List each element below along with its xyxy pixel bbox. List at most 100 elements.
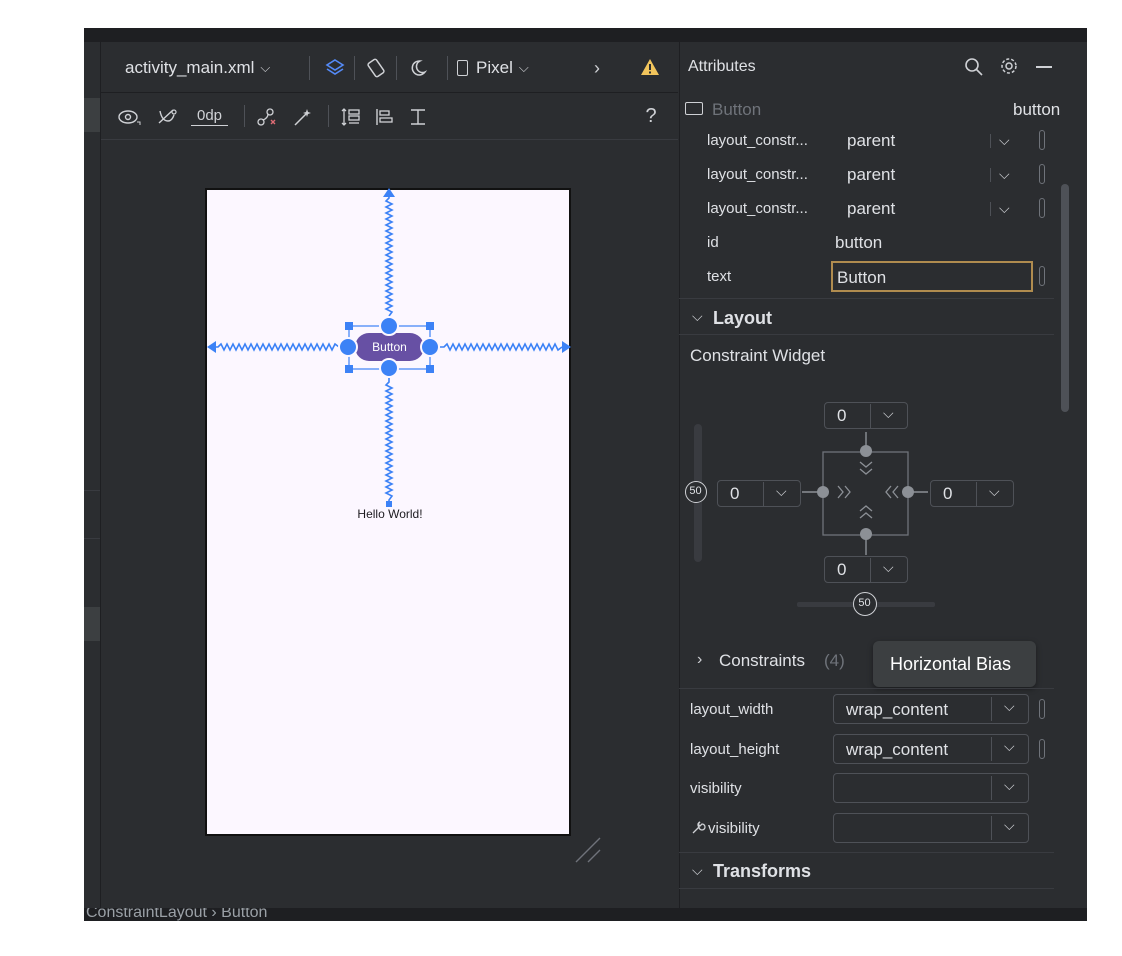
top-arrow xyxy=(383,188,395,197)
text-field-value: Button xyxy=(837,268,887,287)
top-anchor[interactable] xyxy=(379,316,399,336)
dropdown-divider xyxy=(991,737,992,761)
hello-world-text[interactable]: Hello World! xyxy=(350,507,430,521)
resource-picker-icon[interactable] xyxy=(1039,266,1045,286)
visibility-label: visibility xyxy=(690,780,742,797)
left-arrow xyxy=(207,341,216,353)
vertical-bias-value: 50 xyxy=(689,485,702,497)
widget-top-dot[interactable] xyxy=(860,445,872,457)
layout-height-label: layout_height xyxy=(690,741,780,758)
button-label: Button xyxy=(372,340,407,354)
wrench-icon xyxy=(690,820,706,836)
transforms-section-title: Transforms xyxy=(713,861,812,881)
horizontal-bias-knob[interactable]: 50 xyxy=(853,592,877,616)
canvas-resize-grip[interactable] xyxy=(575,837,601,863)
row-divider xyxy=(990,134,991,148)
chevron-down-icon: ⌵ xyxy=(692,862,703,878)
chevron-down-icon[interactable]: ⌵ xyxy=(999,200,1010,217)
right-margin-dropdown[interactable]: 0 ⌵ xyxy=(930,480,1014,507)
top-margin-dropdown[interactable]: 0 ⌵ xyxy=(824,402,908,429)
attribute-value[interactable]: parent xyxy=(847,131,895,151)
wrap-content-top-icon[interactable] xyxy=(859,461,873,475)
resource-picker-icon[interactable] xyxy=(1039,699,1045,719)
dropdown-divider xyxy=(991,816,992,840)
section-divider xyxy=(679,888,1054,889)
constraints-label: Constraints xyxy=(719,651,805,670)
bottom-margin-value: 0 xyxy=(837,560,847,579)
chevron-down-icon: ⌵ xyxy=(1004,777,1015,793)
right-margin-value: 0 xyxy=(943,484,953,503)
layout-height-value: wrap_content xyxy=(846,740,949,759)
layout-section-title: Layout xyxy=(713,308,773,328)
dropdown-divider xyxy=(870,558,871,582)
top-constraint-spring[interactable] xyxy=(384,194,394,317)
id-label: id xyxy=(707,234,719,251)
widget-left-dot[interactable] xyxy=(817,486,829,498)
chevron-right-icon: › xyxy=(697,651,703,668)
component-type: Button xyxy=(712,100,762,119)
bottom-anchor-handle[interactable] xyxy=(379,358,399,378)
chevron-down-icon[interactable]: ⌵ xyxy=(999,166,1010,183)
right-arrow xyxy=(562,341,571,353)
chevron-down-icon: ⌵ xyxy=(1004,698,1015,714)
wrap-content-left-icon[interactable] xyxy=(837,485,851,499)
left-constraint-spring[interactable] xyxy=(214,342,340,352)
layout-height-dropdown[interactable]: wrap_content ⌵ xyxy=(833,734,1029,764)
chevron-down-icon: ⌵ xyxy=(883,405,894,421)
left-margin-dropdown[interactable]: 0 ⌵ xyxy=(717,480,801,507)
attribute-value[interactable]: parent xyxy=(847,165,895,185)
attribute-name: layout_constr... xyxy=(707,132,808,149)
text-field[interactable]: Button xyxy=(831,261,1033,292)
dropdown-divider xyxy=(991,697,992,721)
right-constraint-spring[interactable] xyxy=(440,342,563,352)
chevron-down-icon[interactable]: ⌵ xyxy=(999,132,1010,149)
tooltip-text: Horizontal Bias xyxy=(890,654,1012,674)
resize-handle[interactable] xyxy=(345,322,353,330)
resource-picker-icon[interactable] xyxy=(1039,198,1045,218)
wrap-content-bottom-icon[interactable] xyxy=(859,505,873,519)
layout-width-dropdown[interactable]: wrap_content ⌵ xyxy=(833,694,1029,724)
visibility-dropdown[interactable]: ⌵ xyxy=(833,773,1029,803)
chevron-down-icon: ⌵ xyxy=(776,483,787,499)
top-margin-value: 0 xyxy=(837,406,847,425)
tools-visibility-dropdown[interactable]: ⌵ xyxy=(833,813,1029,843)
text-label: text xyxy=(707,268,732,285)
tools-visibility-label: visibility xyxy=(708,820,760,837)
constraint-widget-title: Constraint Widget xyxy=(690,346,826,365)
dropdown-divider xyxy=(991,776,992,800)
resize-handle[interactable] xyxy=(345,365,353,373)
layout-width-value: wrap_content xyxy=(846,700,949,719)
row-divider xyxy=(990,168,991,182)
bottom-margin-dropdown[interactable]: 0 ⌵ xyxy=(824,556,908,583)
section-divider xyxy=(679,334,1054,335)
resource-picker-icon[interactable] xyxy=(1039,164,1045,184)
id-value[interactable]: button xyxy=(835,233,882,253)
dropdown-divider xyxy=(763,482,764,506)
chevron-down-icon: ⌵ xyxy=(692,308,703,324)
button-widget-icon xyxy=(685,102,703,115)
dropdown-divider xyxy=(870,404,871,428)
widget-bottom-dot[interactable] xyxy=(860,528,872,540)
attribute-value[interactable]: parent xyxy=(847,199,895,219)
widget-view-box xyxy=(822,451,909,536)
wrap-content-right-icon[interactable] xyxy=(885,485,899,499)
section-divider xyxy=(679,852,1054,853)
chevron-down-icon: ⌵ xyxy=(1004,817,1015,833)
widget-right-dot[interactable] xyxy=(902,486,914,498)
row-divider xyxy=(990,202,991,216)
resource-picker-icon[interactable] xyxy=(1039,130,1045,150)
left-margin-value: 0 xyxy=(730,484,740,503)
component-id: button xyxy=(1013,100,1061,119)
resize-handle[interactable] xyxy=(426,365,434,373)
section-divider xyxy=(679,298,1054,299)
resize-handle[interactable] xyxy=(426,322,434,330)
bottom-constraint-spring[interactable] xyxy=(384,378,394,504)
section-divider xyxy=(679,688,1054,689)
resource-picker-icon[interactable] xyxy=(1039,739,1045,759)
horizontal-bias-value: 50 xyxy=(858,597,871,609)
horizontal-bias-tooltip: Horizontal Bias xyxy=(873,641,1036,687)
chevron-down-icon: ⌵ xyxy=(1004,738,1015,754)
layout-width-label: layout_width xyxy=(690,701,774,718)
vertical-bias-knob[interactable]: 50 xyxy=(685,481,707,503)
dropdown-divider xyxy=(976,482,977,506)
